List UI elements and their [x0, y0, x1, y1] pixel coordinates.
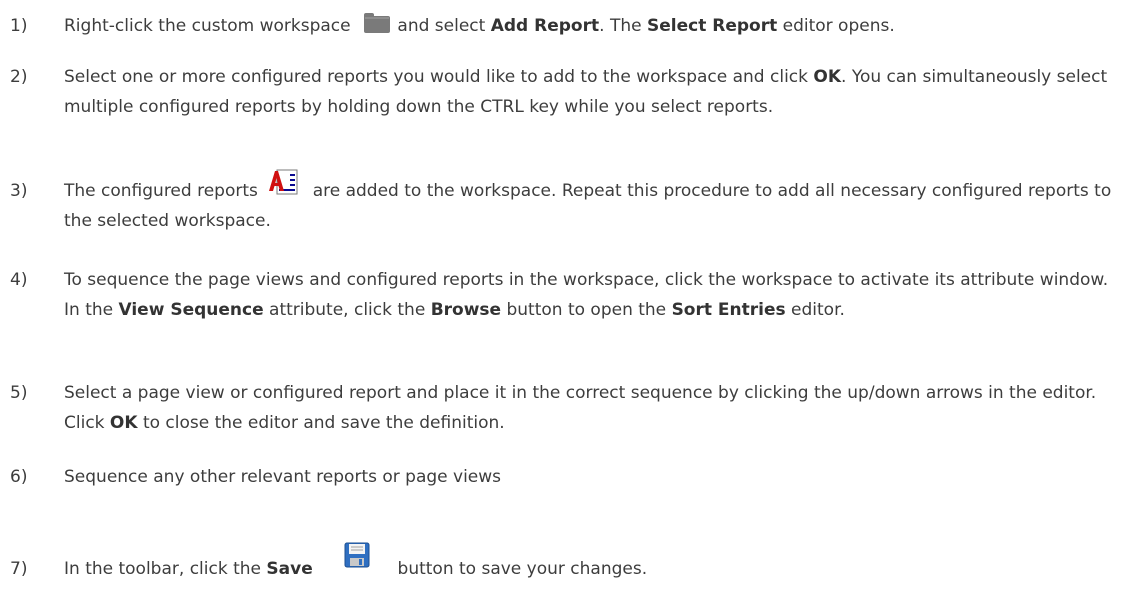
- step-text-segment: button to save your changes.: [397, 559, 648, 579]
- step-text: Select one or more configured reports yo…: [64, 62, 1127, 122]
- step-2: 2) Select one or more configured reports…: [0, 62, 1129, 152]
- step-number: 5): [10, 383, 28, 403]
- step-text: Right-click the custom workspace and sel…: [64, 11, 1127, 41]
- ui-term-browse: Browse: [430, 300, 502, 320]
- step-text-segment: editor opens.: [782, 16, 895, 36]
- step-text: In the toolbar, click the Save button to…: [64, 542, 1127, 584]
- folder-icon: [364, 13, 391, 33]
- step-5: 5) Select a page view or configured repo…: [0, 378, 1129, 438]
- step-number: 6): [10, 467, 28, 487]
- step-text-segment: to close the editor and save the definit…: [142, 413, 505, 433]
- step-text-segment: Select one or more configured reports yo…: [64, 67, 808, 87]
- step-number: 7): [10, 559, 28, 579]
- save-disk-icon: [344, 542, 370, 568]
- ui-term-add-report: Add Report: [490, 16, 600, 36]
- step-text-segment: Right-click the custom workspace: [64, 16, 351, 36]
- step-number: 3): [10, 181, 28, 201]
- ui-term-ok: OK: [109, 413, 138, 433]
- step-1: 1) Right-click the custom workspace and …: [0, 11, 1129, 41]
- step-3: 3) The configured reports are added to t…: [0, 169, 1129, 240]
- step-text-segment: The configured reports: [64, 181, 258, 201]
- step-text-segment: In the toolbar, click the: [64, 559, 261, 579]
- ui-term-sort-entries: Sort Entries: [671, 300, 786, 320]
- step-text-segment: button to open the: [506, 300, 667, 320]
- step-text-segment: and select: [397, 16, 486, 36]
- step-text-segment: . The: [599, 16, 642, 36]
- ui-term-select-report: Select Report: [646, 16, 778, 36]
- step-text-segment: attribute, click the: [269, 300, 426, 320]
- ui-term-view-sequence: View Sequence: [118, 300, 264, 320]
- step-text-segment: editor.: [791, 300, 845, 320]
- procedure-page: { "steps": [ { "number": "1)", "parts": …: [0, 0, 1129, 606]
- step-7: 7) In the toolbar, click the Save button…: [0, 542, 1129, 588]
- configured-report-icon: [267, 169, 301, 195]
- step-number: 1): [10, 16, 28, 36]
- ui-term-save: Save: [266, 559, 313, 579]
- step-4: 4) To sequence the page views and config…: [0, 265, 1129, 355]
- step-text: Sequence any other relevant reports or p…: [64, 462, 1127, 492]
- step-text-segment: Sequence any other relevant reports or p…: [64, 467, 502, 487]
- ui-term-ok: OK: [813, 67, 842, 87]
- step-6: 6) Sequence any other relevant reports o…: [0, 462, 1129, 492]
- step-text: The configured reports are added to the …: [64, 169, 1127, 236]
- step-text: To sequence the page views and configure…: [64, 265, 1127, 325]
- step-text: Select a page view or configured report …: [64, 378, 1127, 438]
- step-number: 4): [10, 270, 28, 290]
- step-number: 2): [10, 67, 28, 87]
